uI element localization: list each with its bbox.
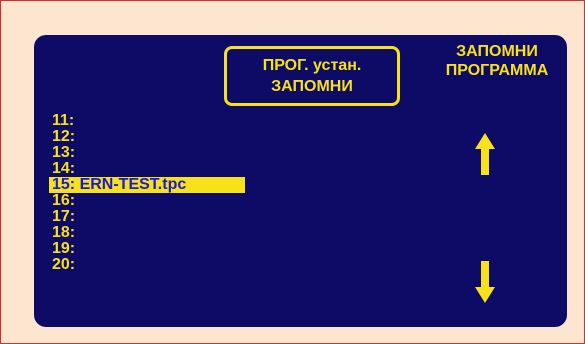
- program-slot-13[interactable]: 13:: [51, 145, 251, 161]
- arrow-down-icon[interactable]: [475, 261, 495, 303]
- softkey-line1: ЗАПОМНИ: [456, 43, 538, 60]
- program-slot-17[interactable]: 17:: [51, 209, 251, 225]
- program-slot-19[interactable]: 19:: [51, 241, 251, 257]
- mode-box-line1: ПРОГ. устан.: [262, 57, 362, 74]
- program-list: 11: 12: 13: 14: 15: ERN-TEST.tpc 16: 17:…: [49, 113, 251, 273]
- program-file-name: ERN-TEST.tpc: [75, 176, 187, 193]
- program-slot-18[interactable]: 18:: [51, 225, 251, 241]
- program-slot-14[interactable]: 14:: [51, 161, 251, 177]
- control-screen: ПРОГ. устан. ЗАПОМНИ ЗАПОМНИ ПРОГРАММА 1…: [34, 35, 567, 327]
- program-slot-11[interactable]: 11:: [51, 113, 251, 129]
- program-slot-20[interactable]: 20:: [51, 257, 251, 273]
- softkey-line2: ПРОГРАММА: [445, 62, 549, 79]
- program-slot-16[interactable]: 16:: [51, 193, 251, 209]
- page-frame: ПРОГ. устан. ЗАПОМНИ ЗАПОМНИ ПРОГРАММА 1…: [0, 0, 585, 344]
- store-program-softkey[interactable]: ЗАПОМНИ ПРОГРАММА: [424, 42, 570, 80]
- mode-box: ПРОГ. устан. ЗАПОМНИ: [224, 46, 400, 106]
- arrow-up-icon[interactable]: [475, 133, 495, 175]
- mode-box-line2: ЗАПОМНИ: [271, 78, 353, 95]
- program-slot-12[interactable]: 12:: [51, 129, 251, 145]
- program-slot-15-selected[interactable]: 15: ERN-TEST.tpc: [49, 177, 245, 193]
